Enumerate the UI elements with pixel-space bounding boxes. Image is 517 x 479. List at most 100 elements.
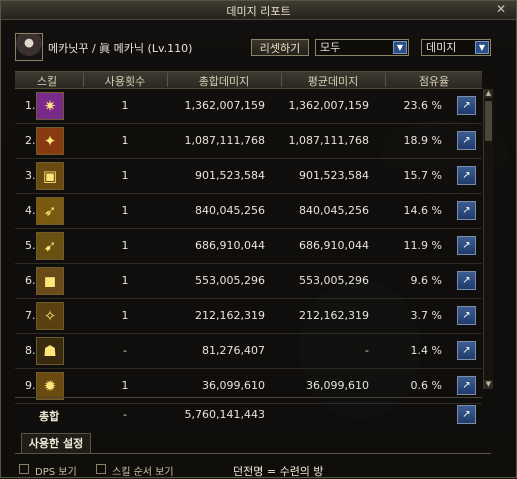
dps-label: DPS 보기 [35,467,77,478]
reset-button[interactable]: 리셋하기 [251,39,309,56]
dungeon-name: 던전명 = 수련의 방 [233,465,324,478]
table-row[interactable]: 2. ✦ 1 1,087,111,768 1,087,111,768 18.9 … [15,124,482,159]
row-index: 9. [25,379,36,392]
row-index: 6. [25,274,36,287]
skill-icon: ✹ [36,372,64,400]
bottom-bar: DPS 보기 스킬 순서 보기 던전명 = 수련의 방 [1,460,517,479]
filter-select[interactable]: 모두 ▼ [315,39,409,56]
close-icon[interactable]: ✕ [494,2,508,16]
row-index: 2. [25,134,36,147]
row-index: 3. [25,169,36,182]
summary-count: - [123,408,127,421]
share-icon[interactable]: ↗ [457,131,476,150]
row-average: 1,087,111,768 [288,134,369,147]
table-row[interactable]: 7. ✧ 1 212,162,319 212,162,319 3.7 % ↗ [15,299,482,334]
share-icon[interactable]: ↗ [457,201,476,220]
share-icon[interactable]: ↗ [457,166,476,185]
row-count: - [123,344,127,357]
row-share: 9.6 % [410,274,442,287]
row-total: 1,362,007,159 [184,99,265,112]
row-share: 3.7 % [410,309,442,322]
share-icon[interactable]: ↗ [457,405,476,424]
summary-row: 총합 - 5,760,141,443 ↗ [15,397,482,430]
character-name: 메카닛꾸 / 眞 메카닉 (Lv.110) [48,42,193,55]
metric-select-value: 데미지 [426,41,457,54]
row-average: - [365,344,369,357]
damage-report-window: 데미지 리포트 ✕ 메카닛꾸 / 眞 메카닉 (Lv.110) 리셋하기 모두 … [0,0,517,478]
row-average: 840,045,256 [299,204,369,217]
row-count: 1 [121,379,129,392]
avatar [15,33,43,61]
skill-icon: ✦ [36,127,64,155]
table-header: 스킬 사용횟수 총합데미지 평균데미지 점유율 [15,71,482,89]
row-share: 1.4 % [410,344,442,357]
row-count: 1 [121,99,129,112]
summary-label: 총합 [39,410,60,423]
row-average: 212,162,319 [299,309,369,322]
column-header-count[interactable]: 사용횟수 [85,73,165,89]
row-index: 8. [25,344,36,357]
table-row[interactable]: 3. ▣ 1 901,523,584 901,523,584 15.7 % ↗ [15,159,482,194]
column-header-skill[interactable]: 스킬 [15,73,79,89]
row-index: 4. [25,204,36,217]
scrollbar-thumb[interactable] [485,101,492,141]
share-icon[interactable]: ↗ [457,96,476,115]
share-icon[interactable]: ↗ [457,306,476,325]
row-index: 5. [25,239,36,252]
row-total: 686,910,044 [195,239,265,252]
row-share: 14.6 % [403,204,442,217]
share-icon[interactable]: ↗ [457,236,476,255]
share-icon[interactable]: ↗ [457,376,476,395]
skill-icon: ✷ [36,92,64,120]
title-bar[interactable]: 데미지 리포트 ✕ [1,1,516,20]
skill-icon: ➶ [36,197,64,225]
row-share: 18.9 % [403,134,442,147]
column-header-share[interactable]: 점유율 [387,73,481,89]
row-share: 15.7 % [403,169,442,182]
tab-used-settings[interactable]: 사용한 설정 [21,433,91,454]
share-icon[interactable]: ↗ [457,341,476,360]
row-total: 553,005,296 [195,274,265,287]
skill-icon: ☗ [36,337,64,365]
window-title: 데미지 리포트 [226,5,291,18]
row-count: 1 [121,169,129,182]
row-total: 81,276,407 [202,344,265,357]
row-count: 1 [121,134,129,147]
row-count: 1 [121,204,129,217]
row-total: 840,045,256 [195,204,265,217]
table-row[interactable]: 5. ➹ 1 686,910,044 686,910,044 11.9 % ↗ [15,229,482,264]
row-index: 7. [25,309,36,322]
chevron-down-icon[interactable]: ▼ [393,41,407,54]
row-share: 11.9 % [403,239,442,252]
chevron-down-icon[interactable]: ▼ [475,41,489,54]
table-row[interactable]: 6. ◼ 1 553,005,296 553,005,296 9.6 % ↗ [15,264,482,299]
skill-list: 1. ✷ 1 1,362,007,159 1,362,007,159 23.6 … [15,89,482,404]
row-total: 36,099,610 [202,379,265,392]
row-total: 901,523,584 [195,169,265,182]
row-total: 212,162,319 [195,309,265,322]
row-count: 1 [121,239,129,252]
scroll-down-icon[interactable]: ▼ [484,380,493,389]
table-row[interactable]: 4. ➶ 1 840,045,256 840,045,256 14.6 % ↗ [15,194,482,229]
divider [15,453,491,454]
metric-select[interactable]: 데미지 ▼ [421,39,491,56]
filter-select-value: 모두 [320,41,341,54]
scrollbar[interactable]: ▲ ▼ [483,89,493,389]
skill-order-checkbox[interactable] [96,464,106,474]
column-header-total[interactable]: 총합데미지 [169,73,279,89]
skill-order-label: 스킬 순서 보기 [112,467,174,478]
table-row[interactable]: 1. ✷ 1 1,362,007,159 1,362,007,159 23.6 … [15,89,482,124]
scroll-up-icon[interactable]: ▲ [484,89,493,98]
row-average: 36,099,610 [306,379,369,392]
summary-total: 5,760,141,443 [184,408,265,421]
dps-checkbox[interactable] [19,464,29,474]
row-count: 1 [121,309,129,322]
table-row[interactable]: 8. ☗ - 81,276,407 - 1.4 % ↗ [15,334,482,369]
row-average: 553,005,296 [299,274,369,287]
skill-icon: ✧ [36,302,64,330]
column-header-average[interactable]: 평균데미지 [283,73,383,89]
row-total: 1,087,111,768 [184,134,265,147]
share-icon[interactable]: ↗ [457,271,476,290]
skill-icon: ▣ [36,162,64,190]
row-index: 1. [25,99,36,112]
